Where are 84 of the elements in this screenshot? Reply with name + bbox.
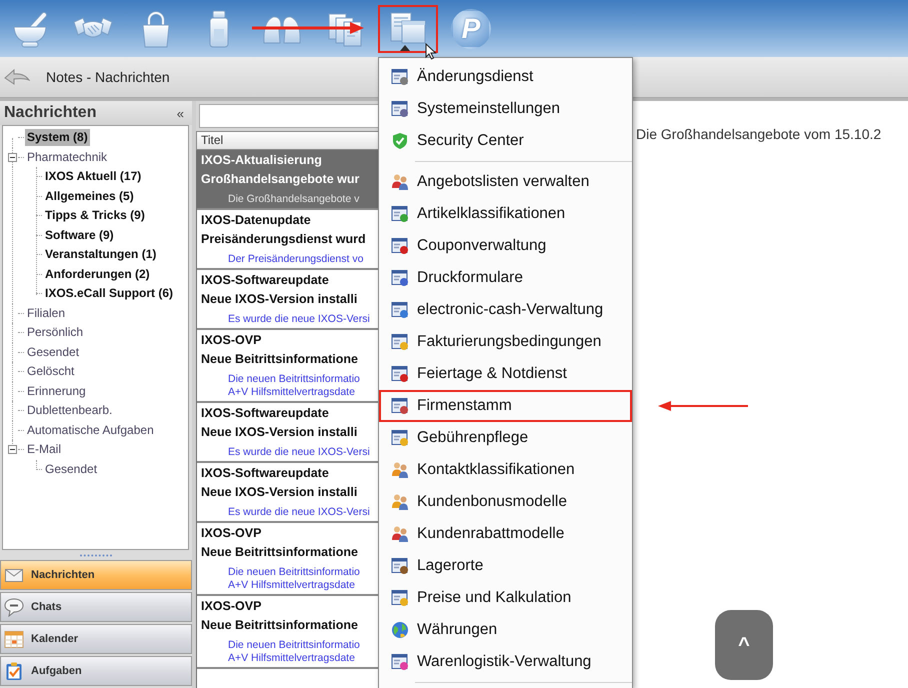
- message-subject: Neue Beitrittsinformatione: [201, 350, 358, 368]
- collapse-icon[interactable]: [8, 445, 17, 454]
- folder-item[interactable]: Allgemeines (5): [43, 188, 136, 205]
- speech-bubble-icon: [4, 597, 24, 617]
- folder-item[interactable]: Veranstaltungen (1): [43, 246, 158, 264]
- folder-item[interactable]: Persönlich: [25, 324, 86, 342]
- people-icon: [391, 461, 409, 479]
- menu-item[interactable]: Systemeinstellungen: [379, 93, 632, 125]
- message-subject: Großhandelsangebote wur: [201, 170, 360, 188]
- clipboard-check-icon: [4, 661, 24, 681]
- window-icon: [391, 269, 409, 287]
- folder-item[interactable]: Gesendet: [43, 460, 100, 478]
- message-title: IXOS-Softwareupdate: [201, 465, 329, 482]
- globe-icon: [391, 621, 409, 639]
- folder-item[interactable]: Software (9): [43, 226, 116, 244]
- message-title: IXOS-OVP: [201, 525, 262, 542]
- window-icon: [391, 429, 409, 447]
- grip-icon[interactable]: [79, 554, 113, 556]
- folder-item[interactable]: System (8): [25, 129, 90, 146]
- folder-item[interactable]: IXOS Aktuell (17): [43, 168, 144, 186]
- message-title: IXOS-Datenupdate: [201, 212, 311, 229]
- people-icon: [391, 525, 409, 543]
- folder-item[interactable]: Dublettenbearb.: [25, 402, 114, 420]
- message-title: IXOS-OVP: [201, 332, 262, 349]
- message-preview: Es wurde die neue IXOS-Versi: [228, 506, 370, 519]
- message-title: IXOS-Softwareupdate: [201, 405, 329, 422]
- message-subject: Preisänderungsdienst wurd: [201, 230, 366, 248]
- folder-item[interactable]: Gesendet: [25, 344, 82, 361]
- panel-title: Nachrichten: [4, 104, 96, 122]
- message-subject: Neue IXOS-Version installi: [201, 424, 358, 440]
- message-preview: Die neuen Beitrittsinformatio: [228, 639, 360, 652]
- window-icon: [391, 237, 409, 255]
- nav-tab[interactable]: Aufgaben: [0, 656, 192, 686]
- window-icon: [391, 365, 409, 383]
- window-icon: [391, 557, 409, 575]
- collapse-icon[interactable]: [8, 152, 17, 162]
- back-arrow-icon[interactable]: [4, 67, 30, 87]
- people-icon: [391, 173, 409, 191]
- message-preview: A+V Hilfsmittelvertragsdate: [228, 652, 355, 665]
- nav-tab[interactable]: Nachrichten: [0, 560, 192, 590]
- folder-item[interactable]: Tipps & Tricks (9): [43, 207, 147, 224]
- message-preview: A+V Hilfsmittelvertragsdate: [228, 579, 355, 592]
- window-icon: [391, 397, 409, 415]
- message-title: IXOS-Aktualisierung: [201, 152, 322, 169]
- menu-item[interactable]: Firmenstamm: [379, 390, 632, 422]
- people-icon: [391, 493, 409, 511]
- message-title: IXOS-Softwareupdate: [201, 272, 329, 289]
- message-subject: Neue Beitrittsinformatione: [201, 544, 358, 560]
- folder-item[interactable]: Erinnerung: [25, 382, 88, 400]
- message-preview: Die Großhandelsangebote v: [228, 193, 360, 206]
- folder-item[interactable]: Pharmatechnik: [25, 148, 110, 166]
- window-icon: [391, 205, 409, 223]
- message-subject: Neue IXOS-Version installi: [201, 484, 358, 500]
- window-icon: [391, 301, 409, 319]
- folder-item[interactable]: Gelöscht: [25, 363, 76, 380]
- shield-check-icon: [391, 132, 409, 150]
- scroll-top-button[interactable]: ^: [715, 610, 773, 680]
- folder-item[interactable]: Filialen: [25, 304, 68, 322]
- folder-item[interactable]: IXOS.eCall Support (6): [43, 285, 176, 302]
- message-preview: Es wurde die neue IXOS-Versi: [228, 313, 370, 326]
- folder-item[interactable]: Anforderungen (2): [43, 266, 152, 283]
- collapse-button[interactable]: «: [174, 106, 186, 120]
- window-icon: [391, 100, 409, 118]
- message-preview: Die neuen Beitrittsinformatio: [228, 566, 360, 579]
- nav-tab[interactable]: Kalender: [0, 624, 192, 654]
- nav-tab[interactable]: Chats: [0, 592, 192, 622]
- calendar-icon: [4, 629, 24, 649]
- preview-text: Die Großhandelsangebote vom 15.10.2: [636, 126, 882, 142]
- window-icon: [391, 653, 409, 671]
- page-title: Notes - Nachrichten: [46, 69, 170, 85]
- window-icon: [391, 333, 409, 351]
- menu-item[interactable]: Änderungsdienst: [379, 61, 632, 93]
- message-title: IXOS-OVP: [201, 598, 262, 615]
- folder-item[interactable]: Automatische Aufgaben: [25, 422, 156, 439]
- message-preview: Der Preisänderungsdienst vo: [228, 253, 364, 266]
- message-preview: Die neuen Beitrittsinformatio: [228, 373, 360, 386]
- message-subject: Neue Beitrittsinformatione: [201, 616, 358, 634]
- message-preview: Es wurde die neue IXOS-Versi: [228, 446, 370, 459]
- window-icon: [391, 589, 409, 607]
- folder-item[interactable]: E-Mail: [25, 441, 64, 458]
- window-icon: [391, 68, 409, 86]
- message-subject: Neue IXOS-Version installi: [201, 290, 358, 308]
- message-preview: A+V Hilfsmittelvertragsdate: [228, 386, 355, 399]
- toolbar-button[interactable]: [378, 4, 438, 52]
